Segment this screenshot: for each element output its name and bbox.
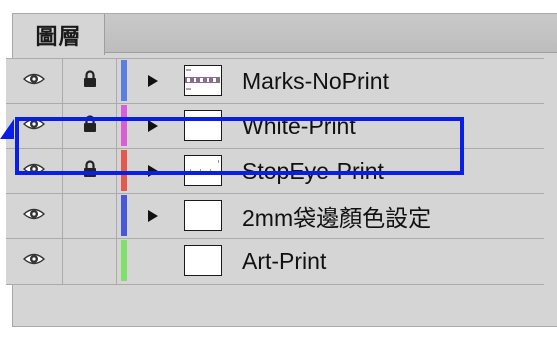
tab-layers[interactable]: 圖層	[13, 14, 105, 55]
layer-thumbnail	[184, 200, 222, 231]
visibility-toggle[interactable]	[6, 239, 63, 284]
layer-row[interactable]: Art-Print	[6, 238, 544, 285]
layer-row[interactable]: StopEye-Print	[6, 148, 544, 193]
layer-thumbnail	[184, 65, 222, 96]
triangle-right-icon[interactable]	[143, 59, 163, 103]
layer-row[interactable]: Marks-NoPrint	[6, 58, 544, 103]
layer-row[interactable]: 2mm袋邊顏色設定	[6, 193, 544, 238]
lock-toggle[interactable]	[63, 104, 117, 148]
layer-color-bar	[121, 240, 127, 281]
visibility-toggle[interactable]	[6, 149, 63, 193]
layer-thumbnail	[184, 155, 222, 186]
triangle-right-icon[interactable]	[143, 194, 163, 238]
layer-name[interactable]: StopEye-Print	[242, 149, 384, 193]
triangle-right-icon[interactable]	[143, 104, 163, 148]
lock-toggle[interactable]	[63, 239, 117, 284]
panel-bottom-border	[12, 326, 557, 327]
layer-color-bar	[121, 150, 127, 191]
eye-icon	[22, 207, 46, 226]
layer-name[interactable]: 2mm袋邊顏色設定	[242, 194, 431, 238]
lock-toggle[interactable]	[63, 59, 117, 103]
visibility-toggle[interactable]	[6, 59, 63, 103]
lock-icon	[83, 114, 97, 138]
eye-icon	[22, 252, 46, 271]
eye-icon	[22, 162, 46, 181]
layers-list: Marks-NoPrint White-Print StopEye-Print 2mm…	[6, 58, 544, 285]
visibility-toggle[interactable]	[6, 104, 63, 148]
lock-icon	[83, 69, 97, 93]
layer-name[interactable]: Art-Print	[242, 239, 326, 284]
layer-color-bar	[121, 60, 127, 101]
visibility-toggle[interactable]	[6, 194, 63, 238]
layer-thumbnail	[184, 110, 222, 141]
eye-icon	[22, 117, 46, 136]
layer-color-bar	[121, 195, 127, 236]
layer-color-bar	[121, 105, 127, 146]
lock-toggle[interactable]	[63, 149, 117, 193]
layer-thumbnail	[184, 245, 222, 276]
layer-name[interactable]: White-Print	[242, 104, 356, 148]
eye-icon	[22, 72, 46, 91]
lock-toggle[interactable]	[63, 194, 117, 238]
annotation-pointer-icon	[0, 119, 14, 139]
triangle-right-icon[interactable]	[143, 149, 163, 193]
layer-name[interactable]: Marks-NoPrint	[242, 59, 389, 103]
screenshot-frame: 圖層 Marks-NoPrint White-Print StopEye-Print…	[0, 0, 557, 340]
layer-row[interactable]: White-Print	[6, 103, 544, 148]
lock-icon	[83, 159, 97, 183]
